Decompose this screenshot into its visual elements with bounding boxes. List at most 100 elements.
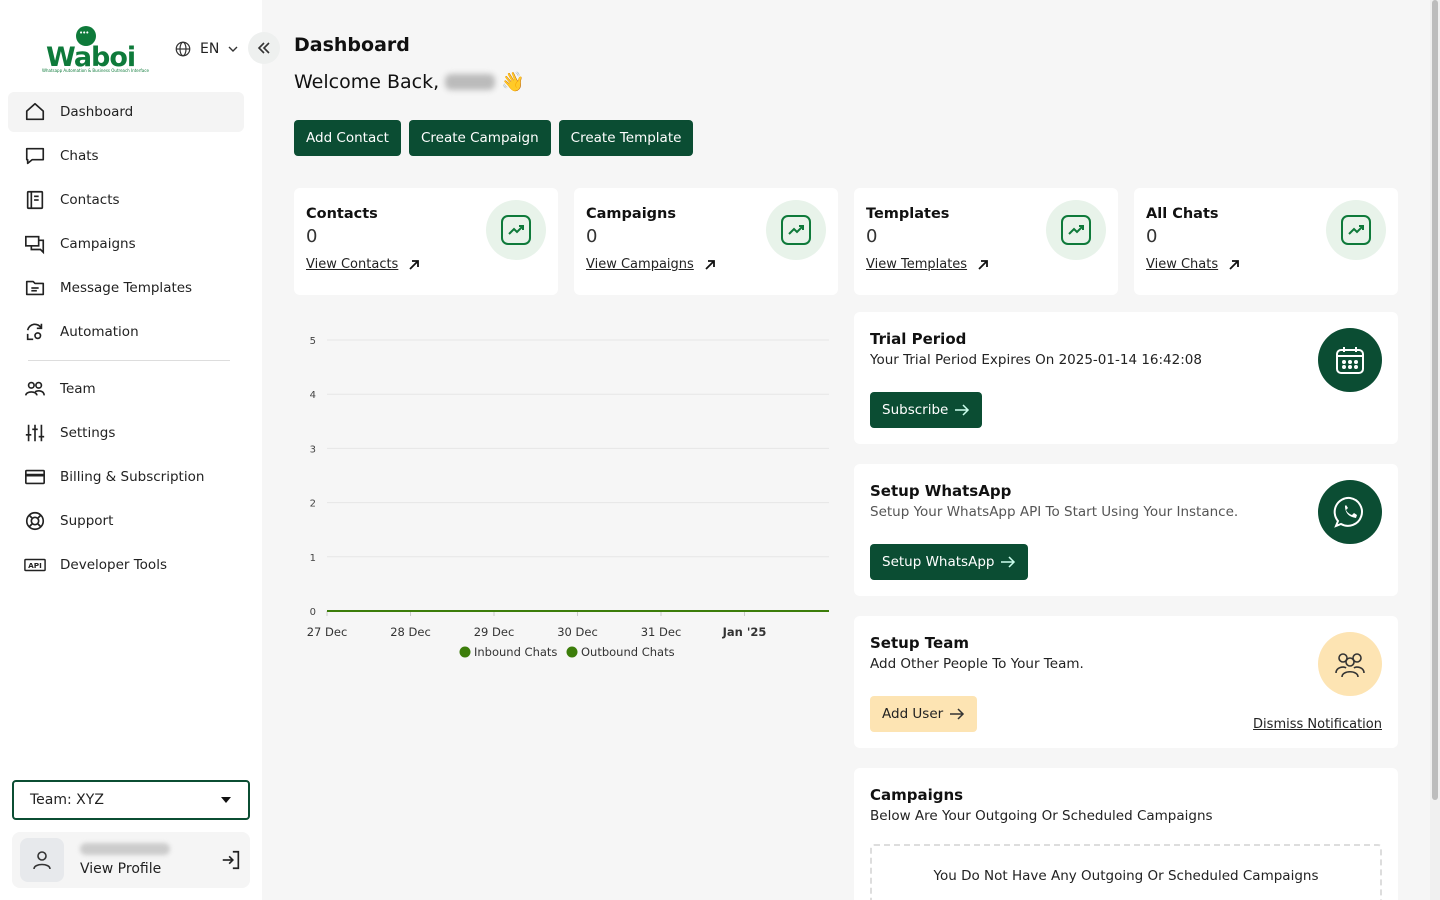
empty-campaigns-state: You Do Not Have Any Outgoing Or Schedule… <box>870 844 1382 900</box>
trend-up-icon <box>766 200 826 260</box>
card-description: Add Other People To Your Team. <box>870 656 1084 672</box>
profile-name-redacted <box>80 843 170 855</box>
card-description: Setup Your WhatsApp API To Start Using Y… <box>870 504 1239 520</box>
language-code: EN <box>200 41 220 57</box>
logout-icon[interactable] <box>220 849 242 871</box>
chat-icon <box>25 147 45 165</box>
arrow-up-right-icon <box>978 259 988 270</box>
sidebar-divider <box>28 360 230 361</box>
card-title: Trial Period <box>870 330 967 348</box>
chats-line-chart: 0 1 2 3 4 5 27 Dec 28 Dec 29 Dec 30 Dec 31 Dec Jan … <box>307 336 829 659</box>
sidebar-item-campaigns[interactable]: Campaigns <box>8 224 244 264</box>
card-title: Campaigns <box>870 786 964 804</box>
arrow-up-right-icon <box>1229 259 1240 270</box>
user-icon <box>33 851 51 870</box>
card-description: Your Trial Period Expires On 2025-01-14 … <box>870 352 1202 368</box>
team-select[interactable]: Team: XYZ <box>12 780 250 820</box>
create-template-button[interactable]: Create Template <box>558 120 694 156</box>
sidebar-item-label: Chats <box>60 148 99 164</box>
trend-up-icon <box>486 200 546 260</box>
credit-card-icon <box>25 469 45 485</box>
sidebar-item-label: Support <box>60 513 114 529</box>
whatsapp-icon <box>1318 480 1382 544</box>
sliders-icon <box>25 424 45 442</box>
button-label: Add User <box>882 706 944 722</box>
campaigns-icon <box>25 235 45 255</box>
x-tick-label: 31 Dec <box>641 625 682 639</box>
y-tick-label: 4 <box>310 390 316 401</box>
stat-card-all-chats: All Chats 0 View Chats <box>1134 188 1398 295</box>
y-tick-label: 2 <box>310 499 316 510</box>
sidebar-item-message-templates[interactable]: Message Templates <box>8 268 244 308</box>
arrow-right-icon <box>950 708 965 720</box>
card-title: Setup WhatsApp <box>870 482 1012 500</box>
subscribe-button[interactable]: Subscribe <box>870 392 983 428</box>
quick-actions: Add Contact Create Campaign Create Templ… <box>294 120 694 156</box>
sidebar-item-label: Developer Tools <box>60 557 167 573</box>
sidebar: Waboi Whatsapp Automation & Business Out… <box>0 0 262 900</box>
sidebar-item-label: Campaigns <box>60 236 136 252</box>
profile-card[interactable]: View Profile <box>12 832 250 888</box>
add-contact-button[interactable]: Add Contact <box>294 120 401 156</box>
link-label: View Campaigns <box>586 257 694 272</box>
lifebuoy-icon <box>25 511 45 531</box>
home-icon <box>25 102 45 121</box>
arrow-right-icon <box>955 404 970 416</box>
team-icon <box>25 381 45 396</box>
avatar <box>20 838 64 882</box>
link-label: View Chats <box>1146 257 1219 272</box>
welcome-text: Welcome Back, <box>294 70 440 93</box>
calendar-icon <box>1318 328 1382 392</box>
stat-card-templates: Templates 0 View Templates <box>854 188 1118 295</box>
sidebar-item-billing[interactable]: Billing & Subscription <box>8 457 244 497</box>
stats-row: Contacts 0 View Contacts Campaigns 0 Vie… <box>294 188 1398 295</box>
sidebar-item-label: Settings <box>60 425 116 441</box>
arrow-right-icon <box>1001 556 1016 568</box>
language-selector[interactable]: EN <box>174 40 239 58</box>
user-name-redacted <box>445 73 496 90</box>
svg-text:API: API <box>28 561 42 570</box>
sidebar-item-support[interactable]: Support <box>8 501 244 541</box>
dismiss-notification-link[interactable]: Dismiss Notification <box>1253 717 1382 732</box>
sidebar-item-dashboard[interactable]: Dashboard <box>8 92 244 132</box>
y-tick-label: 3 <box>310 444 316 455</box>
create-campaign-button[interactable]: Create Campaign <box>408 120 551 156</box>
sidebar-item-label: Billing & Subscription <box>60 469 205 485</box>
view-profile-link[interactable]: View Profile <box>80 861 220 877</box>
sidebar-item-label: Dashboard <box>60 104 134 120</box>
main-content: Dashboard Welcome Back, 👋 Add Contact Cr… <box>262 0 1430 900</box>
trend-up-icon <box>1326 200 1386 260</box>
chats-chart: 0 1 2 3 4 5 27 Dec 28 Dec 29 Dec 30 Dec 31 Dec Jan … <box>294 315 838 675</box>
sidebar-item-automation[interactable]: Automation <box>8 312 244 352</box>
setup-team-card: Setup Team Add Other People To Your Team… <box>854 616 1398 748</box>
legend-label: Inbound Chats <box>474 645 557 659</box>
y-tick-label: 0 <box>310 607 316 618</box>
page-title: Dashboard <box>294 34 410 56</box>
collapse-sidebar-button[interactable] <box>248 32 280 64</box>
sidebar-item-chats[interactable]: Chats <box>8 136 244 176</box>
page-scrollbar[interactable] <box>1430 0 1440 900</box>
y-tick-label: 1 <box>310 553 316 564</box>
waboi-logo[interactable]: Waboi Whatsapp Automation & Business Out… <box>40 24 149 76</box>
sidebar-item-developer-tools[interactable]: API Developer Tools <box>8 545 244 585</box>
trial-period-card: Trial Period Your Trial Period Expires O… <box>854 312 1398 444</box>
chevron-down-icon <box>228 46 238 52</box>
add-user-button[interactable]: Add User <box>870 696 978 732</box>
scrollbar-thumb[interactable] <box>1432 0 1438 800</box>
sidebar-item-settings[interactable]: Settings <box>8 413 244 453</box>
folder-template-icon <box>25 280 45 296</box>
caret-down-icon <box>221 797 231 803</box>
sidebar-item-label: Contacts <box>60 192 120 208</box>
logo-tagline: Whatsapp Automation & Business Outreach … <box>42 68 149 73</box>
setup-whatsapp-button[interactable]: Setup WhatsApp <box>870 544 1029 580</box>
card-description: Below Are Your Outgoing Or Scheduled Cam… <box>870 808 1213 824</box>
sidebar-item-contacts[interactable]: Contacts <box>8 180 244 220</box>
button-label: Subscribe <box>882 402 949 418</box>
link-label: View Templates <box>866 257 968 272</box>
setup-whatsapp-card: Setup WhatsApp Setup Your WhatsApp API T… <box>854 464 1398 596</box>
sidebar-item-team[interactable]: Team <box>8 369 244 409</box>
wave-emoji: 👋 <box>501 71 525 93</box>
team-group-icon <box>1318 632 1382 696</box>
arrow-up-right-icon <box>705 259 715 270</box>
double-chevron-left-icon <box>257 42 270 54</box>
